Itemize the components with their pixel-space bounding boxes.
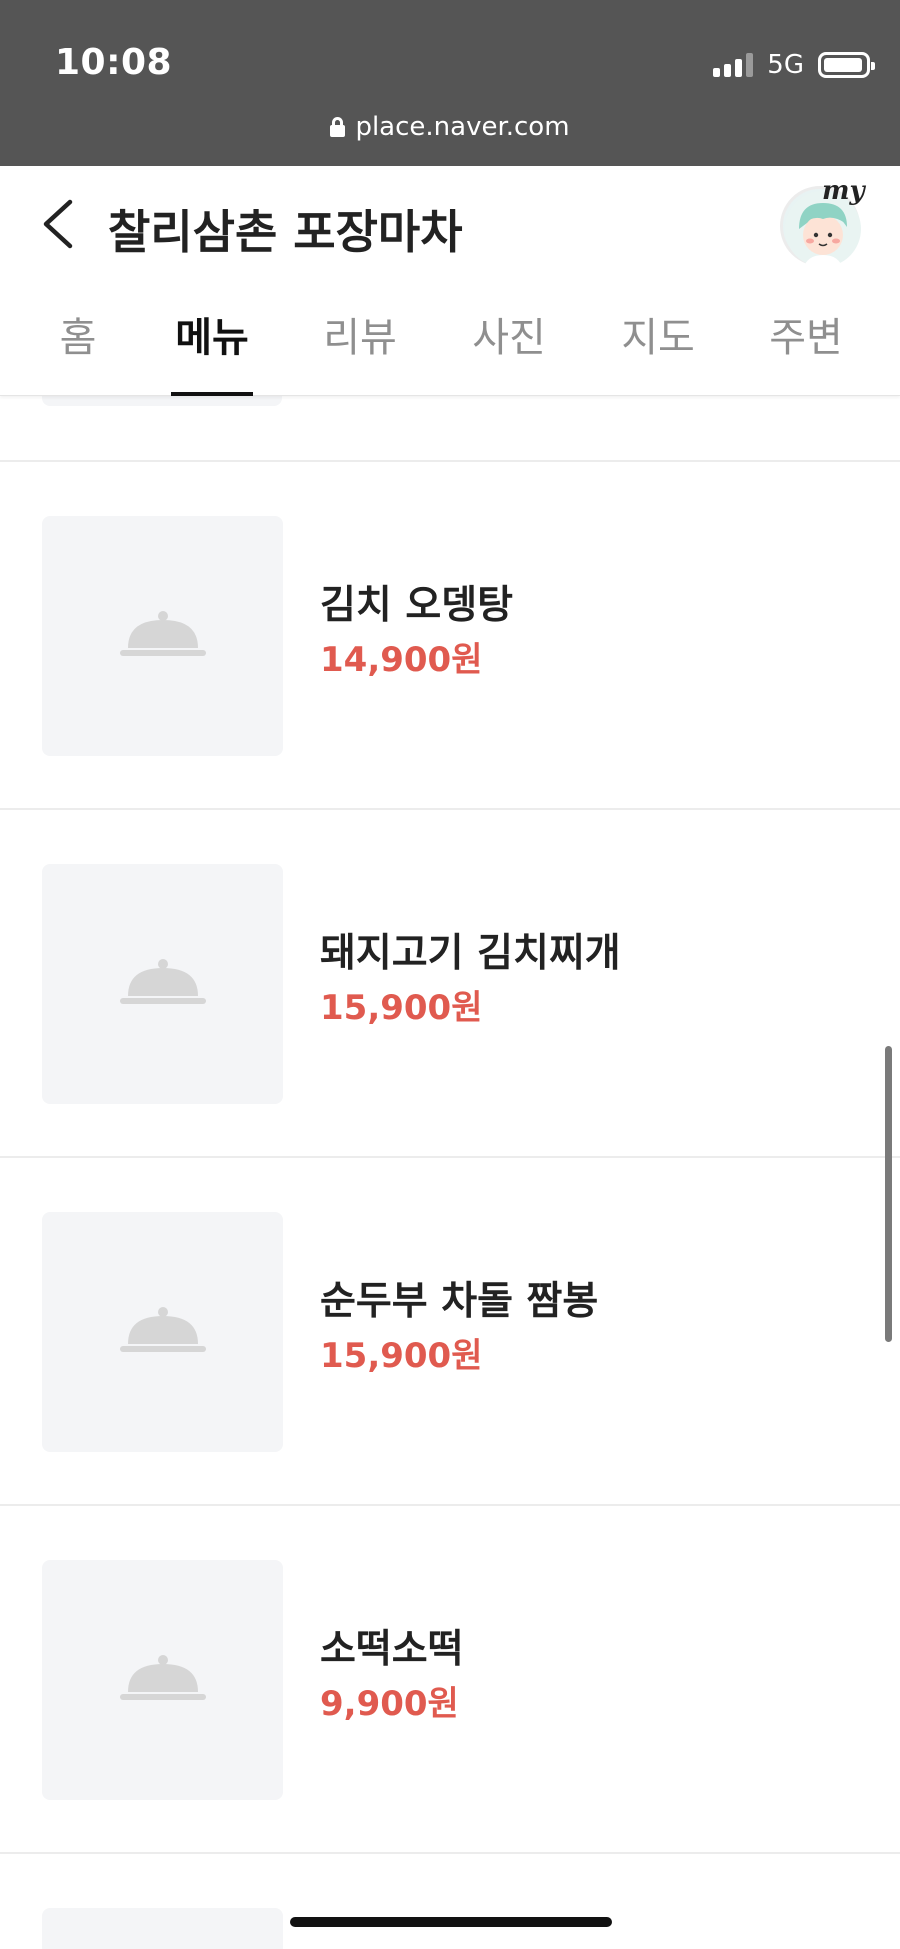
scrollbar[interactable] [885,1046,892,1342]
url-text: place.naver.com [355,112,570,142]
menu-item-name: 순두부 차돌 짬봉 [320,1279,599,1324]
place-header: 찰리삼촌 포장마차 my 홈 메뉴 리뷰 사진 지도 주변 [0,166,900,396]
menu-item-price: 14,900원 [320,640,483,680]
menu-item-price: 9,900원 [320,1684,459,1724]
tab-photos[interactable]: 사진 [449,304,569,396]
menu-item[interactable]: 돼지고기 김치찌개 15,900원 [0,810,900,1158]
menu-item[interactable]: 순두부 차돌 짬봉 15,900원 [0,1158,900,1506]
chevron-left-icon [43,199,73,249]
tab-map[interactable]: 지도 [598,304,718,396]
menu-item[interactable]: 김치 오뎅탕 14,900원 [0,462,900,810]
menu-item-thumbnail [42,1560,283,1800]
tab-home[interactable]: 홈 [18,304,138,396]
food-cloche-icon [120,1655,206,1700]
menu-item-thumbnail [42,1212,283,1452]
tab-bar: 홈 메뉴 리뷰 사진 지도 주변 [0,304,900,396]
browser-status-bar: 10:08 5G place.naver.com [0,0,900,166]
my-badge: my [822,176,865,206]
food-cloche-icon [120,1307,206,1352]
menu-item-price: 15,900원 [320,1336,483,1376]
food-cloche-icon [120,959,206,1004]
status-time: 10:08 [55,42,173,83]
menu-item-thumbnail-partial [42,1908,283,1949]
back-button[interactable] [38,196,82,252]
menu-item-price: 15,900원 [320,988,483,1028]
lock-icon [330,117,346,137]
address-bar[interactable]: place.naver.com [0,112,900,142]
tab-reviews[interactable]: 리뷰 [300,304,420,396]
menu-item-name: 소떡소떡 [320,1627,464,1672]
battery-icon [818,52,875,78]
tab-menu[interactable]: 메뉴 [152,304,272,396]
menu-item-name: 김치 오뎅탕 [320,583,513,628]
menu-item-thumbnail-partial [42,396,282,406]
menu-item-thumbnail [42,516,283,756]
food-cloche-icon [120,611,206,656]
menu-item-thumbnail [42,864,283,1104]
menu-item[interactable]: 소떡소떡 9,900원 [0,1506,900,1854]
status-indicators: 5G [713,48,875,82]
home-indicator[interactable] [290,1917,612,1927]
network-type: 5G [767,50,804,80]
tab-nearby[interactable]: 주변 [746,304,866,396]
cellular-signal-icon [713,53,754,77]
divider [0,1852,900,1854]
menu-item-name: 돼지고기 김치찌개 [320,931,621,976]
page-title: 찰리삼촌 포장마차 [108,205,463,259]
